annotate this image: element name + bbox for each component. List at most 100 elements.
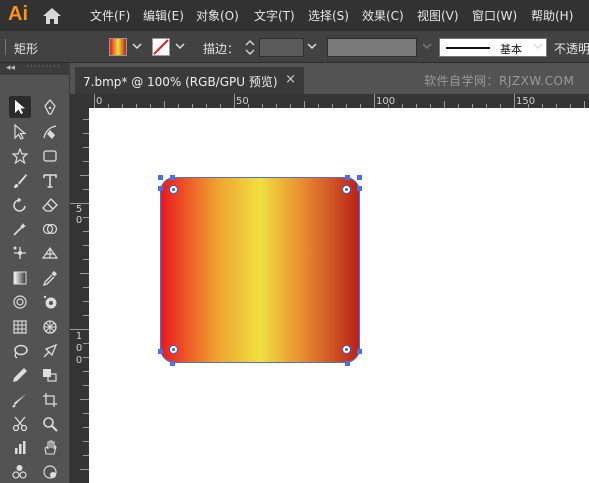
menu-help[interactable]: 帮助(H) bbox=[531, 7, 573, 24]
chevron-down-icon[interactable] bbox=[532, 39, 544, 53]
corner-widget[interactable] bbox=[169, 185, 178, 194]
home-icon[interactable] bbox=[42, 7, 62, 25]
fill-swatch[interactable] bbox=[109, 38, 127, 56]
shape-builder-tool-icon[interactable] bbox=[39, 218, 61, 240]
hand-tool-icon[interactable] bbox=[39, 437, 61, 459]
draw-mode-icon[interactable] bbox=[39, 461, 61, 483]
stroke-label: 描边： bbox=[203, 42, 240, 56]
lasso-tool-icon[interactable] bbox=[9, 340, 31, 362]
eraser-tool-icon[interactable] bbox=[39, 194, 61, 216]
close-icon[interactable]: × bbox=[285, 72, 296, 87]
grip-icon bbox=[5, 39, 6, 55]
menu-select[interactable]: 选择(S) bbox=[308, 7, 349, 24]
perspective-grid-tool-icon[interactable] bbox=[39, 242, 61, 264]
document-tab-title: 7.bmp* @ 100% (RGB/GPU 预览) bbox=[83, 75, 278, 89]
collapse-icon[interactable]: ◂◂ bbox=[6, 63, 15, 73]
bounding-box-handle[interactable] bbox=[158, 175, 163, 180]
curvature-tool-icon[interactable] bbox=[39, 121, 61, 143]
tools-panel-header: ◂◂ ········· bbox=[0, 62, 70, 75]
menu-file[interactable]: 文件(F) bbox=[90, 7, 130, 24]
ruler-label: 100 bbox=[376, 96, 396, 107]
pen-tool-icon[interactable] bbox=[39, 96, 61, 118]
menu-effect[interactable]: 效果(C) bbox=[362, 7, 404, 24]
chevron-down-icon[interactable] bbox=[131, 39, 143, 53]
bounding-box-handle[interactable] bbox=[345, 175, 350, 180]
blend-tool-icon[interactable] bbox=[9, 291, 31, 313]
chevron-down-icon[interactable] bbox=[306, 39, 318, 53]
stroke-swatch[interactable] bbox=[152, 38, 170, 56]
selection-tool-icon[interactable] bbox=[9, 96, 31, 118]
symbol-sprayer-tool-icon[interactable] bbox=[39, 291, 61, 313]
graph-tool-icon[interactable] bbox=[9, 437, 31, 459]
chevron-down-icon bbox=[422, 43, 432, 50]
bounding-box-handle[interactable] bbox=[357, 349, 362, 354]
menu-window[interactable]: 窗口(W) bbox=[472, 7, 517, 24]
document-tab[interactable]: 7.bmp* @ 100% (RGB/GPU 预览) × bbox=[75, 67, 304, 94]
zoom-tool-icon[interactable] bbox=[39, 413, 61, 435]
ruler-ticks bbox=[70, 119, 89, 470]
mesh-tool-icon[interactable] bbox=[9, 316, 31, 338]
tools-panel: ◂◂ ········· bbox=[0, 62, 70, 483]
menu-object[interactable]: 对象(O) bbox=[196, 7, 239, 24]
ruler-label: 0 bbox=[75, 215, 83, 226]
corner-widget[interactable] bbox=[342, 345, 351, 354]
ruler-label: 150 bbox=[516, 96, 536, 107]
slice-target-icon[interactable] bbox=[39, 316, 61, 338]
stepper-icon[interactable] bbox=[244, 38, 256, 57]
bounding-box-handle[interactable] bbox=[170, 175, 175, 180]
knife-tool-icon[interactable] bbox=[9, 389, 31, 411]
star-tool-icon[interactable] bbox=[9, 145, 31, 167]
menu-view[interactable]: 视图(V) bbox=[417, 7, 459, 24]
width-tool-icon[interactable] bbox=[9, 218, 31, 240]
grip-dots: ········· bbox=[26, 62, 61, 72]
ruler-label: 50 bbox=[236, 96, 249, 107]
artboard-tool-icon[interactable] bbox=[39, 389, 61, 411]
direct-selection-tool-icon[interactable] bbox=[9, 121, 31, 143]
paintbrush-tool-icon[interactable] bbox=[9, 170, 31, 192]
bounding-box-handle[interactable] bbox=[357, 186, 362, 191]
bounding-box-handle[interactable] bbox=[158, 349, 163, 354]
fill-stroke-swap-icon[interactable] bbox=[9, 461, 31, 483]
vertical-ruler[interactable]: 5 0 1 0 0 bbox=[70, 108, 89, 483]
rotate-tool-icon[interactable] bbox=[9, 194, 31, 216]
bounding-box-handle[interactable] bbox=[345, 361, 350, 366]
control-bar: 矩形 描边： 基本 不透明 bbox=[0, 31, 589, 63]
rectangle-tool-icon[interactable] bbox=[39, 145, 61, 167]
bounding-box-handle[interactable] bbox=[158, 186, 163, 191]
ruler-origin[interactable] bbox=[70, 94, 89, 108]
gradient-tool-icon[interactable] bbox=[9, 267, 31, 289]
menu-edit[interactable]: 编辑(E) bbox=[143, 7, 184, 24]
shape-swap-tool-icon[interactable] bbox=[39, 364, 61, 386]
corner-widget[interactable] bbox=[342, 185, 351, 194]
bounding-box-handle[interactable] bbox=[170, 361, 175, 366]
puppet-warp-tool-icon[interactable] bbox=[9, 242, 31, 264]
brush-definition-field[interactable]: 基本 bbox=[439, 38, 547, 57]
pencil-tool-icon[interactable] bbox=[9, 364, 31, 386]
eyedropper-tool-icon[interactable] bbox=[39, 267, 61, 289]
opacity-label[interactable]: 不透明 bbox=[554, 40, 589, 57]
object-type-label: 矩形 bbox=[14, 42, 39, 56]
watermark: 软件自学网：RJZXW.COM bbox=[424, 74, 575, 88]
variable-width-field[interactable] bbox=[327, 38, 417, 57]
menu-type[interactable]: 文字(T) bbox=[254, 7, 295, 24]
ruler-label: 0 bbox=[96, 96, 103, 107]
stroke-style-label: 基本 bbox=[500, 43, 522, 56]
puppet-tool-icon[interactable] bbox=[39, 340, 61, 362]
ruler-label: 0 bbox=[75, 343, 83, 354]
stroke-line-preview bbox=[446, 47, 490, 49]
stroke-weight-field[interactable] bbox=[259, 38, 304, 57]
corner-widget[interactable] bbox=[169, 345, 178, 354]
ruler-label: 5 bbox=[75, 204, 83, 215]
gradient-rectangle-shape bbox=[160, 177, 360, 363]
chevron-down-icon[interactable] bbox=[174, 39, 186, 53]
no-stroke-icon bbox=[153, 39, 169, 55]
ruler-label: 0 bbox=[75, 355, 83, 366]
ruler-label: 1 bbox=[75, 331, 83, 342]
bounding-box-handle[interactable] bbox=[357, 175, 362, 180]
type-tool-icon[interactable] bbox=[39, 170, 61, 192]
app-logo: Ai bbox=[8, 3, 28, 25]
horizontal-ruler[interactable]: 0 50 100 150 bbox=[89, 94, 589, 108]
gradient-rectangle[interactable] bbox=[158, 175, 362, 366]
scissors-tool-icon[interactable] bbox=[9, 413, 31, 435]
ruler-ticks bbox=[94, 94, 585, 108]
